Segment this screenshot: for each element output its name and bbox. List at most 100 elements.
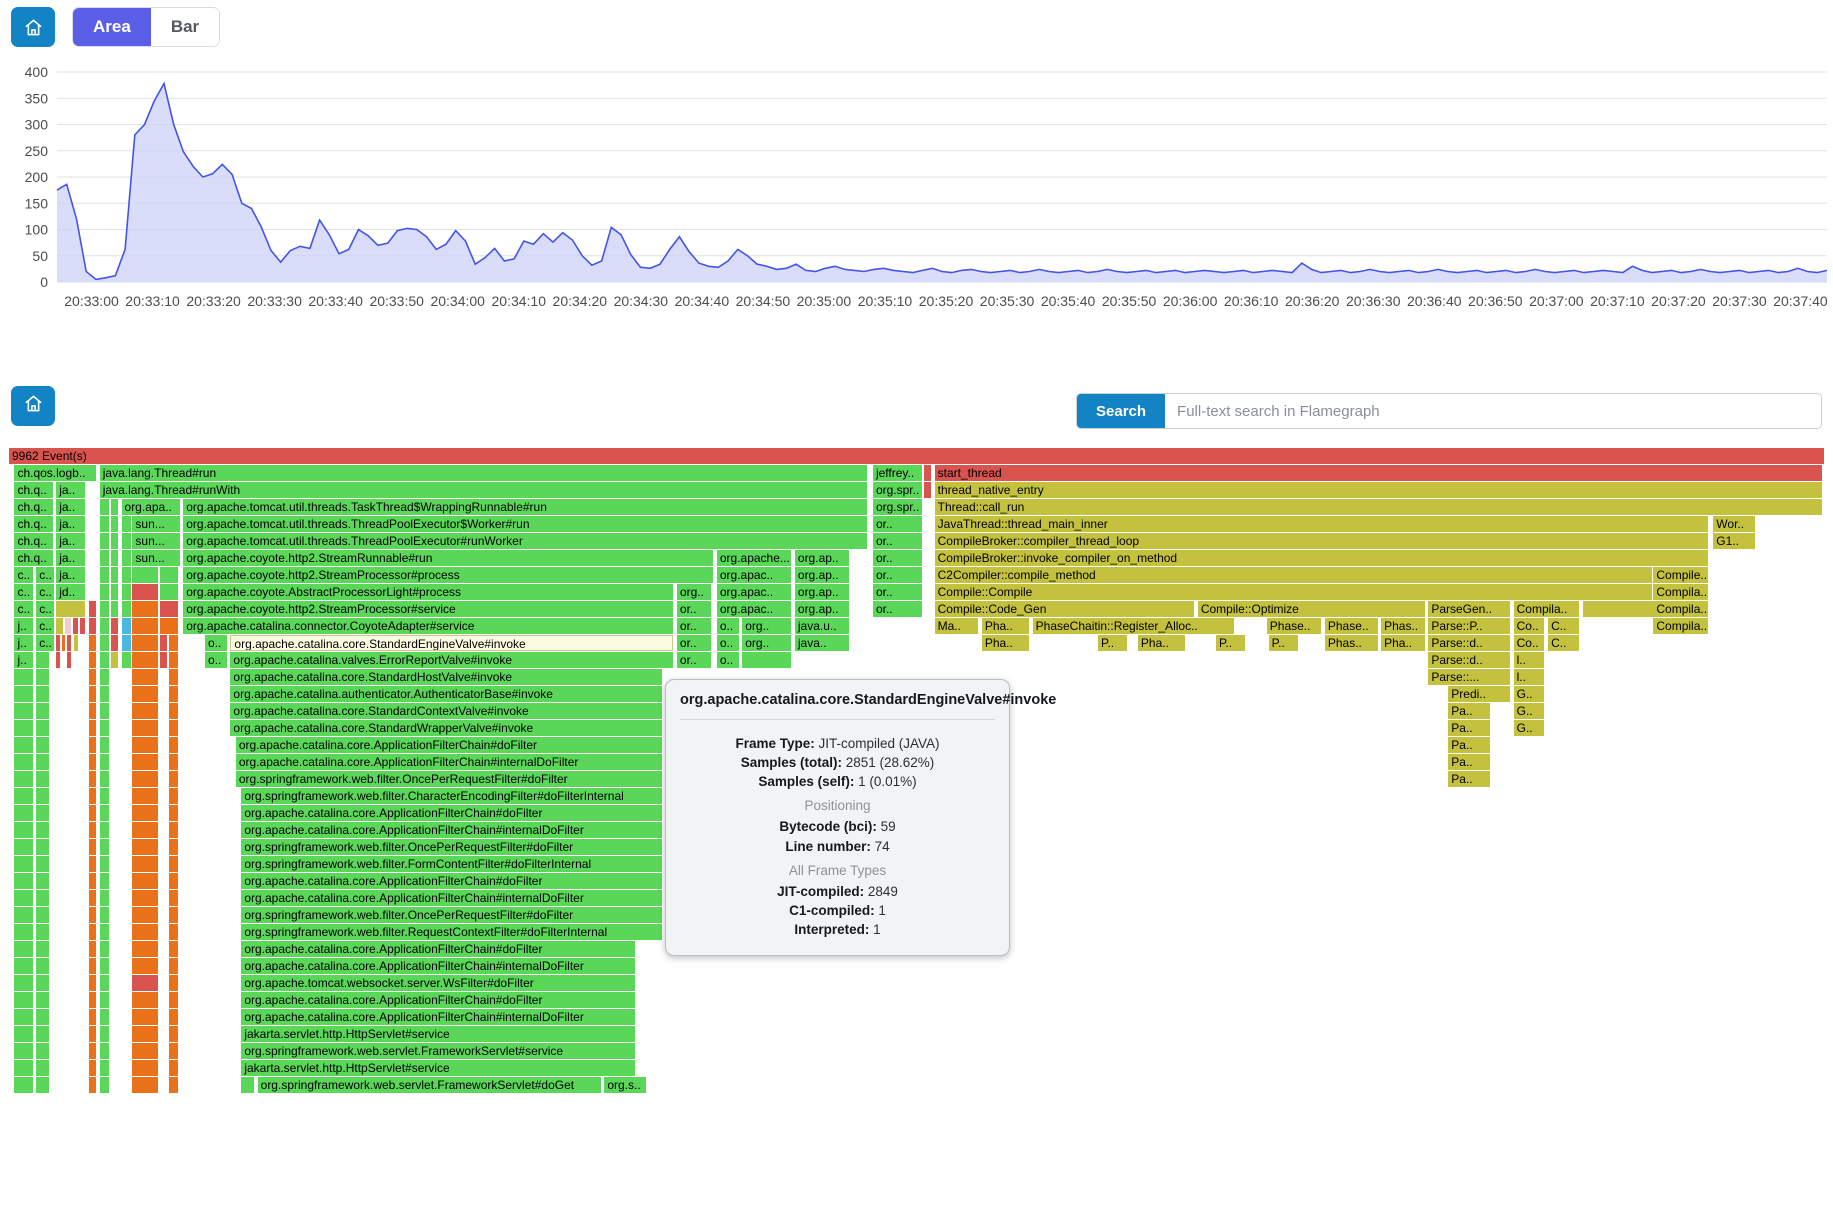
flame-frame-unlabeled[interactable] [36, 856, 49, 872]
flame-frame[interactable]: org.apache.coyote.http2.StreamRunnable#r… [183, 550, 713, 566]
flame-frame-unlabeled[interactable] [56, 618, 63, 634]
flame-frame-unlabeled[interactable] [14, 788, 32, 804]
flame-frame-unlabeled[interactable] [169, 1026, 178, 1042]
flame-frame-unlabeled[interactable] [100, 635, 109, 651]
flame-frame-unlabeled[interactable] [14, 720, 32, 736]
flame-frame[interactable]: org.apache.catalina.core.ApplicationFilt… [236, 754, 663, 770]
flame-frame[interactable]: c.. [36, 601, 54, 617]
flame-frame-unlabeled[interactable] [924, 465, 931, 481]
flame-frame[interactable]: or.. [873, 584, 922, 600]
flame-frame-unlabeled[interactable] [100, 805, 109, 821]
flame-frame-unlabeled[interactable] [132, 601, 157, 617]
flame-frame[interactable]: sun... [132, 550, 179, 566]
flame-frame-unlabeled[interactable] [89, 822, 96, 838]
flame-frame[interactable]: ja.. [56, 550, 85, 566]
flame-frame-unlabeled[interactable] [36, 652, 49, 668]
flame-frame-unlabeled[interactable] [122, 533, 131, 549]
flame-frame[interactable]: Pa.. [1448, 754, 1490, 770]
flame-frame-unlabeled[interactable] [111, 652, 118, 668]
flame-frame[interactable]: or.. [873, 601, 922, 617]
flame-frame[interactable]: jeffrey.. [873, 465, 922, 481]
flame-frame-unlabeled[interactable] [100, 1060, 109, 1076]
search-button[interactable]: Search [1077, 394, 1165, 428]
flame-frame-unlabeled[interactable] [14, 1009, 32, 1025]
flame-frame[interactable]: Pa.. [1448, 737, 1490, 753]
flame-frame-unlabeled[interactable] [100, 737, 109, 753]
flame-frame[interactable]: sun... [132, 516, 179, 532]
flame-frame-unlabeled[interactable] [36, 839, 49, 855]
flame-frame-unlabeled[interactable] [169, 958, 178, 974]
flame-frame-unlabeled[interactable] [132, 686, 157, 702]
flame-frame[interactable]: org.apache.coyote.http2.StreamProcessor#… [183, 601, 673, 617]
flame-frame-unlabeled[interactable] [89, 652, 96, 668]
flame-frame-unlabeled[interactable] [89, 856, 96, 872]
flame-frame[interactable]: o.. [717, 618, 739, 634]
flame-frame-unlabeled[interactable] [132, 890, 157, 906]
flame-frame-unlabeled[interactable] [742, 652, 791, 668]
flame-frame[interactable]: o.. [717, 652, 739, 668]
flame-frame[interactable]: org.apache.catalina.core.ApplicationFilt… [241, 992, 635, 1008]
flame-frame[interactable]: ja.. [56, 567, 85, 583]
flame-frame-unlabeled[interactable] [100, 788, 109, 804]
flame-frame[interactable]: org.apache.coyote.http2.StreamProcessor#… [183, 567, 713, 583]
flame-frame[interactable]: ch.q.. [14, 550, 52, 566]
flame-frame-unlabeled[interactable] [36, 754, 49, 770]
flame-frame[interactable]: or.. [873, 550, 922, 566]
flame-frame-unlabeled[interactable] [169, 703, 178, 719]
flame-frame-unlabeled[interactable] [100, 992, 109, 1008]
flame-frame-unlabeled[interactable] [14, 890, 32, 906]
flame-frame-unlabeled[interactable] [132, 1009, 157, 1025]
flame-frame-unlabeled[interactable] [80, 618, 85, 634]
flame-frame[interactable]: Compile.. [1653, 567, 1707, 583]
flame-frame-unlabeled[interactable] [14, 992, 32, 1008]
flame-frame[interactable]: Parse::d.. [1428, 635, 1510, 651]
flame-frame-unlabeled[interactable] [89, 941, 96, 957]
flame-frame-unlabeled[interactable] [132, 1077, 157, 1093]
flame-frame-unlabeled[interactable] [100, 601, 109, 617]
flame-frame-unlabeled[interactable] [169, 992, 178, 1008]
flame-frame-unlabeled[interactable] [100, 584, 109, 600]
flame-frame[interactable]: Pha.. [982, 618, 1029, 634]
flame-frame[interactable]: C.. [1548, 618, 1579, 634]
flame-frame[interactable]: l.. [1514, 652, 1545, 668]
flame-frame[interactable]: org.apac.. [717, 584, 791, 600]
flame-frame-unlabeled[interactable] [89, 907, 96, 923]
flame-frame-unlabeled[interactable] [160, 567, 178, 583]
flame-frame-unlabeled[interactable] [160, 618, 178, 634]
flame-frame-unlabeled[interactable] [14, 754, 32, 770]
flame-frame-unlabeled[interactable] [36, 873, 49, 889]
flame-frame[interactable]: org.spr.. [873, 499, 922, 515]
flame-frame-unlabeled[interactable] [100, 652, 109, 668]
flame-frame-unlabeled[interactable] [100, 1077, 109, 1093]
flame-frame-unlabeled[interactable] [122, 584, 131, 600]
flame-frame-unlabeled[interactable] [169, 1060, 178, 1076]
flame-frame-unlabeled[interactable] [100, 533, 109, 549]
flame-frame[interactable]: org.spr.. [873, 482, 922, 498]
flame-frame[interactable]: ch.q.. [14, 482, 52, 498]
search-input[interactable] [1165, 394, 1821, 428]
flame-frame[interactable]: org.apa.. [122, 499, 180, 515]
flame-frame-unlabeled[interactable] [36, 890, 49, 906]
flame-frame[interactable]: Compila.. [1514, 601, 1579, 617]
flame-frame[interactable]: Co.. [1514, 635, 1545, 651]
flame-frame-unlabeled[interactable] [169, 907, 178, 923]
flame-frame-unlabeled[interactable] [14, 975, 32, 991]
flame-frame[interactable]: Wor.. [1713, 516, 1755, 532]
flame-frame-unlabeled[interactable] [100, 941, 109, 957]
flame-frame-unlabeled[interactable] [132, 652, 157, 668]
flame-frame-unlabeled[interactable] [36, 720, 49, 736]
flame-frame-unlabeled[interactable] [14, 1043, 32, 1059]
flame-frame[interactable]: ja.. [56, 533, 85, 549]
flame-frame-unlabeled[interactable] [100, 703, 109, 719]
flame-frame-unlabeled[interactable] [14, 941, 32, 957]
flame-frame-unlabeled[interactable] [100, 669, 109, 685]
flame-frame[interactable]: org.springframework.web.filter.OncePerRe… [236, 771, 663, 787]
flame-frame-unlabeled[interactable] [122, 618, 131, 634]
flame-frame-unlabeled[interactable] [36, 1009, 49, 1025]
flame-frame-unlabeled[interactable] [169, 1077, 178, 1093]
flame-frame[interactable]: Pha.. [1138, 635, 1185, 651]
flame-frame[interactable]: l.. [1514, 669, 1545, 685]
flame-frame[interactable]: org.apache.catalina.core.ApplicationFilt… [241, 873, 662, 889]
flame-frame-unlabeled[interactable] [36, 1026, 49, 1042]
flame-frame[interactable]: Pa.. [1448, 703, 1490, 719]
